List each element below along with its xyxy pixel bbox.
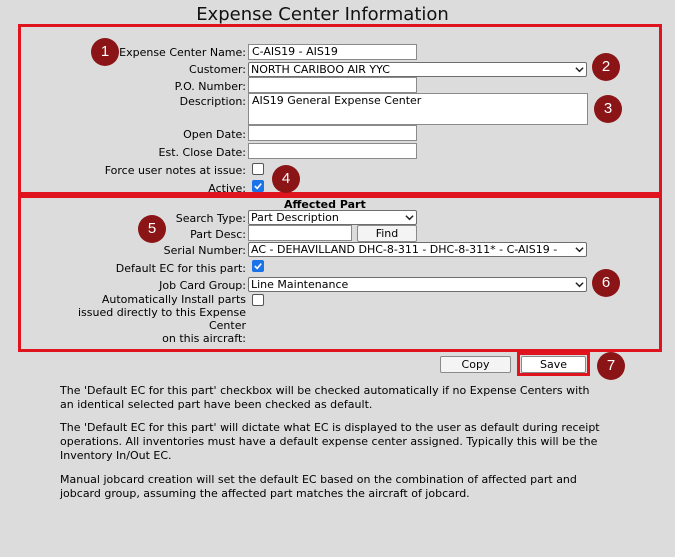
note-default-ec-auto: The 'Default EC for this part' checkbox …: [60, 384, 590, 411]
po-number-label: P.O. Number:: [174, 80, 246, 93]
checkmark-icon: [254, 183, 262, 190]
marker-4: 4: [272, 165, 300, 193]
open-date-input[interactable]: [248, 125, 417, 141]
est-close-date-label: Est. Close Date:: [158, 146, 246, 159]
marker-6: 6: [592, 269, 620, 297]
part-desc-input[interactable]: [248, 225, 352, 241]
job-card-group-label: Job Card Group:: [159, 279, 246, 292]
ec-name-label: Expense Center Name:: [119, 46, 246, 59]
save-button[interactable]: Save: [521, 356, 586, 373]
force-notes-checkbox[interactable]: [252, 163, 264, 175]
chevron-down-icon: [575, 67, 584, 73]
search-type-select[interactable]: Part Description: [248, 210, 417, 225]
active-checkbox[interactable]: [252, 180, 264, 192]
serial-number-label: Serial Number:: [163, 244, 246, 257]
search-type-label: Search Type:: [175, 212, 246, 225]
page-title: Expense Center Information: [196, 4, 449, 25]
default-ec-label: Default EC for this part:: [115, 262, 246, 275]
description-label: Description:: [179, 95, 246, 108]
customer-select-value: NORTH CARIBOO AIR YYC: [251, 63, 390, 76]
marker-1: 1: [91, 38, 119, 66]
po-number-input[interactable]: [248, 77, 417, 93]
marker-3: 3: [594, 95, 622, 123]
job-card-group-value: Line Maintenance: [251, 278, 349, 291]
serial-number-select[interactable]: AC - DEHAVILLAND DHC-8-311 - DHC-8-311* …: [248, 242, 587, 257]
copy-button[interactable]: Copy: [440, 356, 511, 373]
customer-label: Customer:: [189, 63, 246, 76]
marker-2: 2: [592, 53, 620, 81]
chevron-down-icon: [405, 215, 414, 221]
ec-name-input[interactable]: C-AIS19 - AIS19: [248, 44, 417, 60]
description-textarea[interactable]: AIS19 General Expense Center: [248, 93, 588, 125]
note-manual-jobcard: Manual jobcard creation will set the def…: [60, 473, 577, 500]
job-card-group-select[interactable]: Line Maintenance: [248, 277, 587, 292]
auto-install-label-line2: issued directly to this Expense: [77, 306, 246, 319]
customer-select[interactable]: NORTH CARIBOO AIR YYC: [248, 62, 587, 77]
auto-install-label-line1: Automatically Install parts: [101, 293, 246, 306]
auto-install-checkbox[interactable]: [252, 294, 264, 306]
force-notes-label: Force user notes at issue:: [104, 164, 246, 177]
marker-7: 7: [597, 352, 625, 380]
serial-number-value: AC - DEHAVILLAND DHC-8-311 - DHC-8-311* …: [251, 243, 558, 256]
note-default-ec-dictate: The 'Default EC for this part' will dict…: [60, 421, 600, 462]
est-close-date-input[interactable]: [248, 143, 417, 159]
active-label: Active:: [208, 182, 246, 195]
find-button[interactable]: Find: [357, 225, 417, 242]
open-date-label: Open Date:: [183, 128, 246, 141]
part-desc-label: Part Desc:: [190, 228, 246, 241]
chevron-down-icon: [575, 247, 584, 253]
marker-5: 5: [138, 215, 166, 243]
chevron-down-icon: [575, 282, 584, 288]
default-ec-checkbox[interactable]: [252, 260, 264, 272]
checkmark-icon: [254, 263, 262, 270]
auto-install-label-line4: on this aircraft:: [162, 332, 246, 345]
search-type-value: Part Description: [251, 211, 339, 224]
auto-install-label-line3: Center: [208, 319, 246, 332]
